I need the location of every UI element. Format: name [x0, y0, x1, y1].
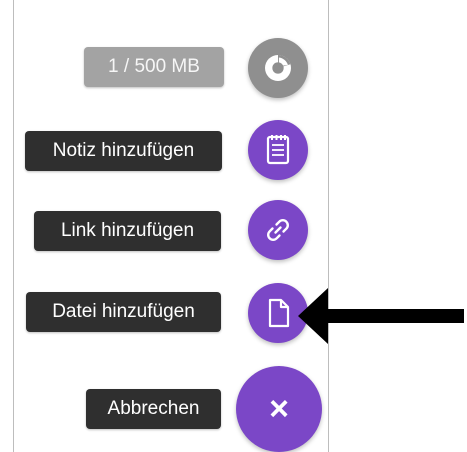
storage-usage-label: 1 / 500 MB: [84, 47, 224, 87]
storage-usage-button[interactable]: [248, 38, 308, 98]
cancel-label: Abbrechen: [86, 389, 221, 429]
add-link-button[interactable]: [248, 200, 308, 260]
close-icon: ×: [269, 390, 289, 428]
close-speed-dial-button[interactable]: ×: [236, 366, 322, 452]
add-note-button[interactable]: [248, 120, 308, 180]
notepad-icon: [266, 135, 290, 165]
link-icon: [267, 219, 289, 241]
pie-chart-icon: [265, 55, 291, 81]
add-file-label: Datei hinzufügen: [26, 292, 221, 332]
add-link-label: Link hinzufügen: [34, 211, 221, 251]
arrow-left-icon: [298, 288, 464, 344]
screenshot-stage: 1 / 500 MB Notiz hinzufügen Link hinzufü…: [0, 0, 467, 452]
file-icon: [268, 298, 290, 328]
add-note-label: Notiz hinzufügen: [25, 131, 222, 171]
